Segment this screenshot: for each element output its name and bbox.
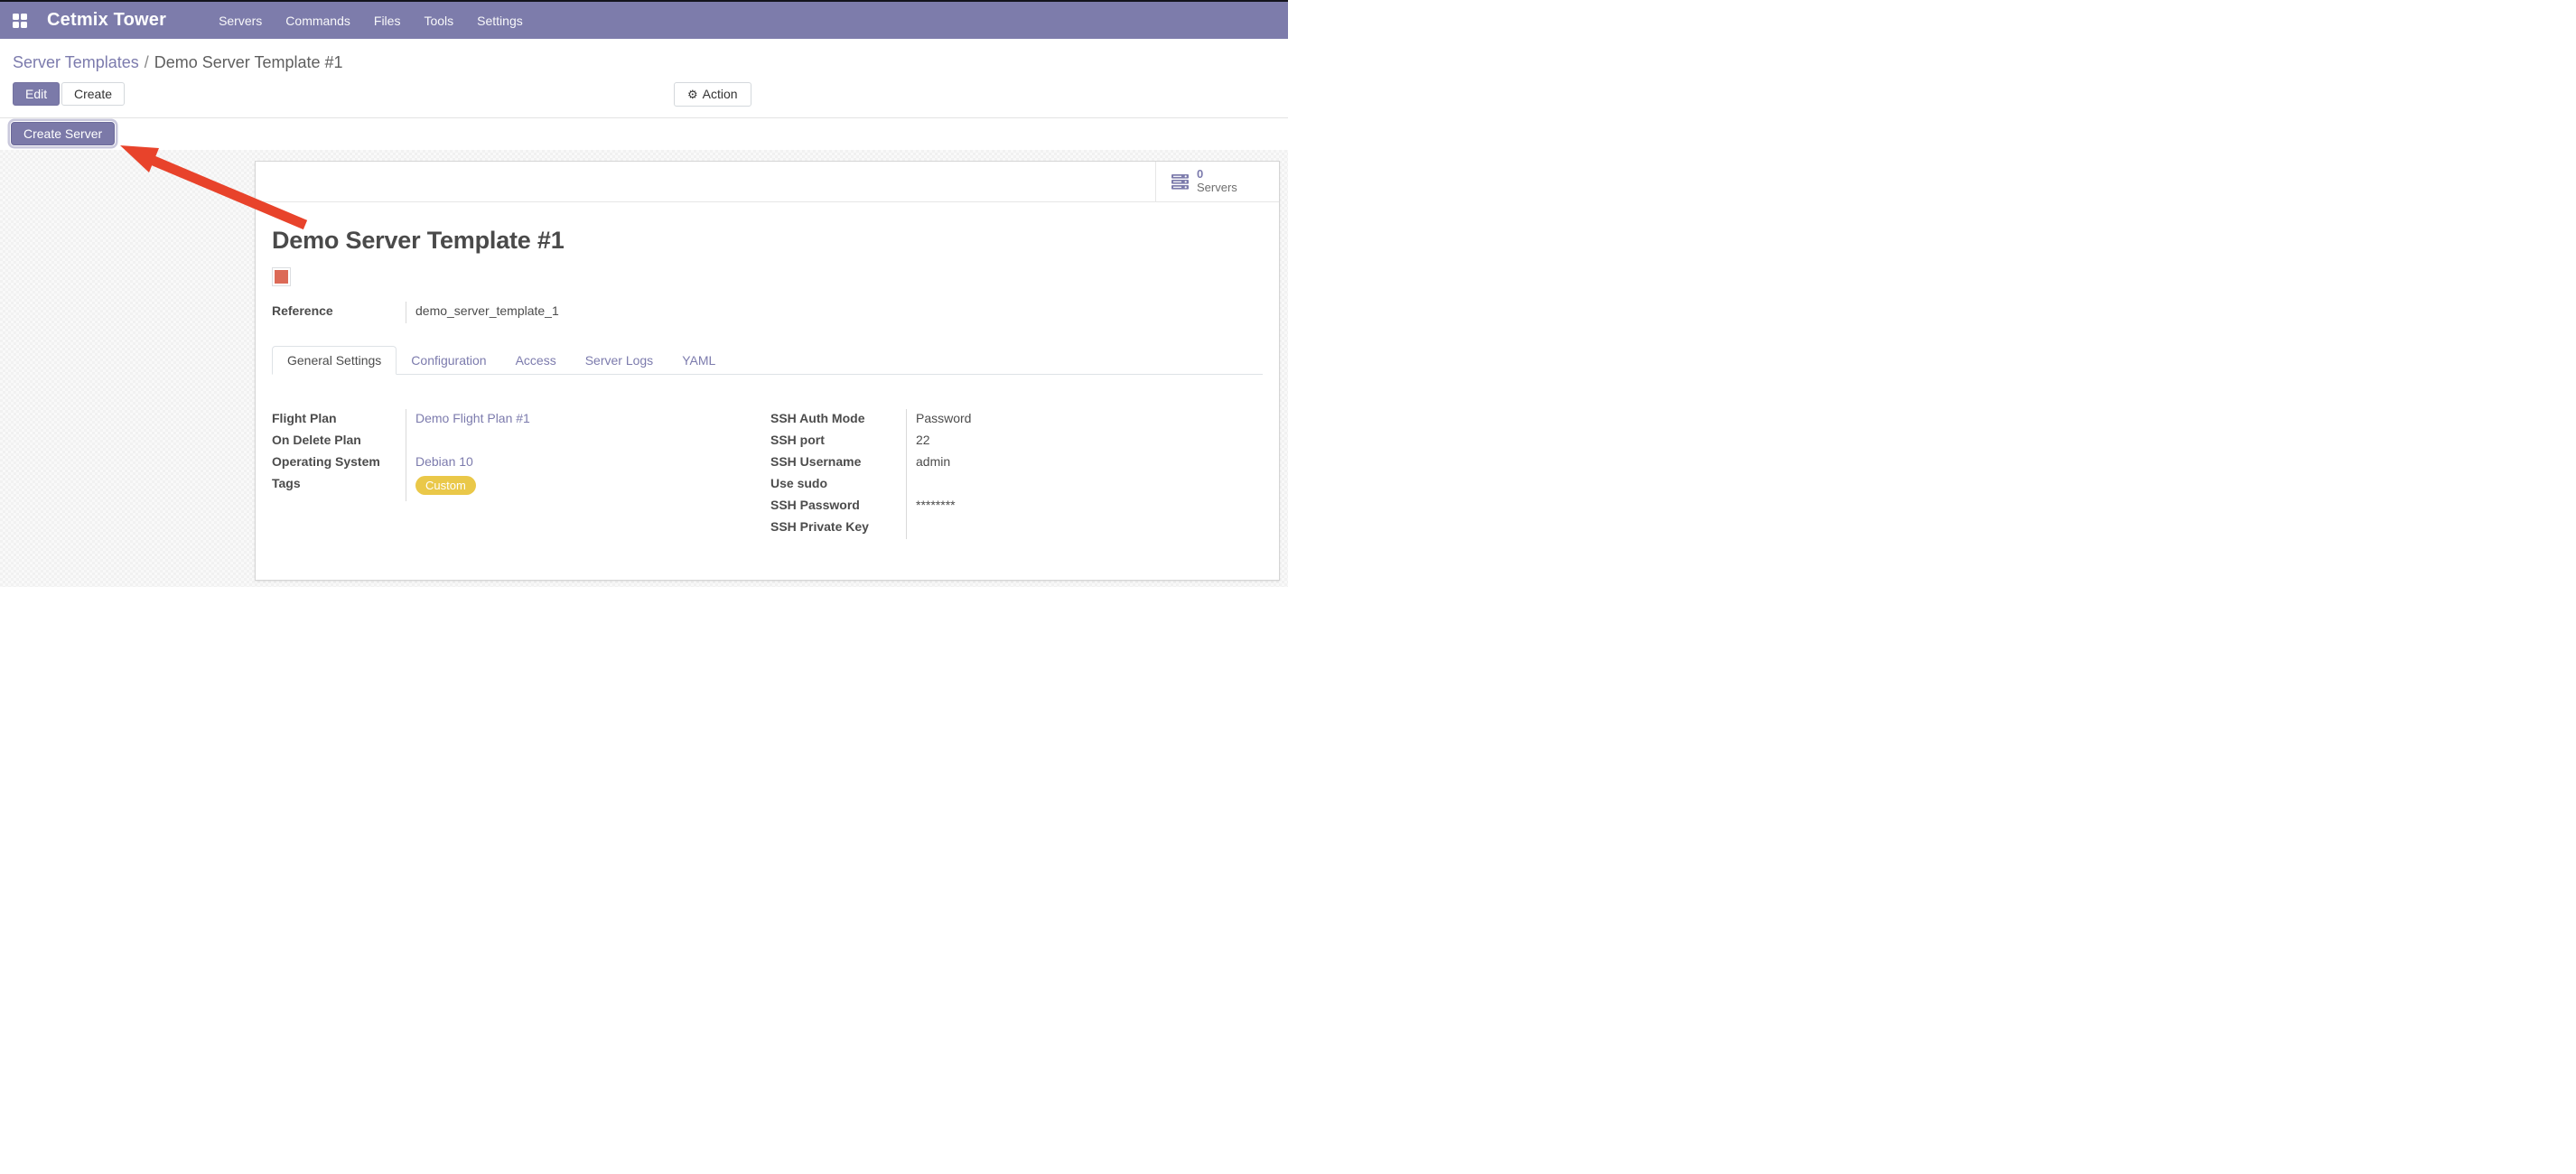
tab-yaml[interactable]: YAML	[667, 347, 730, 374]
color-chip-fill	[275, 270, 288, 284]
menu-item-files[interactable]: Files	[374, 14, 401, 28]
page: Cetmix Tower Servers Commands Files Tool…	[0, 0, 1288, 587]
content-area: 0 Servers Demo Server Template #1 Refere…	[0, 150, 1288, 587]
create-server-button[interactable]: Create Server	[11, 122, 115, 145]
field-row: Flight Plan Demo Flight Plan #1	[272, 409, 760, 431]
tag-badge-custom[interactable]: Custom	[415, 476, 476, 495]
on-delete-plan-label: On Delete Plan	[272, 431, 406, 449]
action-button[interactable]: ⚙ Action	[674, 82, 751, 107]
servers-count: 0	[1197, 168, 1237, 182]
notebook-tabs: General Settings Configuration Access Se…	[272, 345, 1263, 375]
breadcrumb: Server Templates / Demo Server Template #1	[13, 53, 1275, 72]
use-sudo-value	[906, 474, 1263, 496]
field-row: SSH port 22	[770, 431, 1263, 452]
apps-menu-icon[interactable]	[13, 14, 27, 28]
apps-grid-square	[13, 14, 19, 20]
menu-item-settings[interactable]: Settings	[477, 14, 523, 28]
stat-text: 0 Servers	[1197, 168, 1237, 195]
record-title: Demo Server Template #1	[272, 227, 1263, 255]
field-group-right: SSH Auth Mode Password SSH port 22 SSH U…	[770, 409, 1263, 539]
servers-count-label: Servers	[1197, 182, 1237, 195]
create-button[interactable]: Create	[61, 82, 125, 106]
flight-plan-label: Flight Plan	[272, 409, 406, 427]
edit-button[interactable]: Edit	[13, 82, 60, 106]
template-toolbar: Create Server	[0, 118, 1288, 150]
field-row: On Delete Plan	[272, 431, 760, 452]
tab-server-logs[interactable]: Server Logs	[571, 347, 667, 374]
field-row: SSH Username admin	[770, 452, 1263, 474]
reference-field: Reference demo_server_template_1	[272, 302, 778, 323]
navbar-menu: Servers Commands Files Tools Settings	[219, 14, 523, 28]
field-group-left: Flight Plan Demo Flight Plan #1 On Delet…	[272, 409, 760, 539]
menu-item-tools[interactable]: Tools	[424, 14, 453, 28]
field-row: SSH Auth Mode Password	[770, 409, 1263, 431]
control-panel-buttons: Edit Create ⚙ Action	[13, 82, 1275, 108]
field-row: Use sudo	[770, 474, 1263, 496]
field-row: SSH Password ********	[770, 496, 1263, 517]
tab-configuration[interactable]: Configuration	[397, 347, 500, 374]
ssh-private-key-value	[906, 517, 1263, 539]
breadcrumb-separator: /	[145, 53, 149, 71]
field-row: Operating System Debian 10	[272, 452, 760, 474]
reference-value: demo_server_template_1	[406, 302, 778, 323]
field-row: Tags Custom	[272, 474, 760, 501]
apps-grid-square	[13, 22, 19, 28]
ssh-auth-mode-value: Password	[906, 409, 1263, 431]
gear-icon: ⚙	[687, 88, 698, 101]
on-delete-plan-value	[406, 431, 760, 452]
app-brand[interactable]: Cetmix Tower	[47, 10, 166, 31]
ssh-auth-mode-label: SSH Auth Mode	[770, 409, 906, 427]
main-navbar: Cetmix Tower Servers Commands Files Tool…	[0, 0, 1288, 39]
ssh-port-label: SSH port	[770, 431, 906, 449]
tab-access[interactable]: Access	[501, 347, 571, 374]
use-sudo-label: Use sudo	[770, 474, 906, 492]
action-button-label: Action	[703, 87, 738, 101]
breadcrumb-current: Demo Server Template #1	[154, 53, 343, 71]
operating-system-link[interactable]: Debian 10	[415, 454, 473, 469]
tab-general-settings[interactable]: General Settings	[272, 346, 397, 375]
ssh-username-value: admin	[906, 452, 1263, 474]
server-template-form-card: 0 Servers Demo Server Template #1 Refere…	[255, 161, 1280, 581]
menu-item-commands[interactable]: Commands	[285, 14, 350, 28]
ssh-password-value: ********	[906, 496, 1263, 517]
control-panel: Server Templates / Demo Server Template #1…	[0, 39, 1288, 118]
apps-grid-square	[21, 22, 27, 28]
operating-system-label: Operating System	[272, 452, 406, 471]
server-rack-icon	[1171, 174, 1189, 190]
color-picker-chip[interactable]	[272, 267, 291, 286]
ssh-password-label: SSH Password	[770, 496, 906, 514]
servers-stat-button[interactable]: 0 Servers	[1155, 162, 1279, 201]
flight-plan-link[interactable]: Demo Flight Plan #1	[415, 411, 530, 425]
tags-label: Tags	[272, 474, 406, 492]
ssh-private-key-label: SSH Private Key	[770, 517, 906, 536]
ssh-port-value: 22	[906, 431, 1263, 452]
card-header: 0 Servers	[256, 162, 1279, 202]
form-sheet: Demo Server Template #1 Reference demo_s…	[256, 227, 1279, 539]
field-row: SSH Private Key	[770, 517, 1263, 539]
field-columns: Flight Plan Demo Flight Plan #1 On Delet…	[272, 409, 1263, 539]
reference-label: Reference	[272, 302, 406, 320]
ssh-username-label: SSH Username	[770, 452, 906, 471]
apps-grid-square	[21, 14, 27, 20]
breadcrumb-parent-link[interactable]: Server Templates	[13, 53, 139, 71]
menu-item-servers[interactable]: Servers	[219, 14, 262, 28]
